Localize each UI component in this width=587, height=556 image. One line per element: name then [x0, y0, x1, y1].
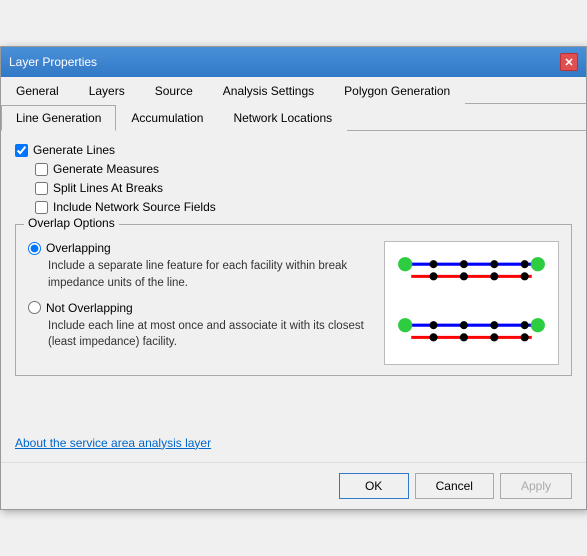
not-overlapping-desc: Include each line at most once and assoc…: [48, 318, 374, 350]
generate-lines-label[interactable]: Generate Lines: [33, 143, 115, 157]
split-lines-label[interactable]: Split Lines At Breaks: [53, 181, 163, 195]
overlapping-desc: Include a separate line feature for each…: [48, 258, 374, 290]
overlapping-section: Overlapping Include a separate line feat…: [28, 241, 374, 290]
apply-button[interactable]: Apply: [500, 473, 572, 499]
tab-layers[interactable]: Layers: [74, 78, 140, 104]
tab-row-2: Line Generation Accumulation Network Loc…: [1, 104, 586, 131]
tab-source[interactable]: Source: [140, 78, 208, 104]
not-overlapping-section: Not Overlapping Include each line at mos…: [28, 301, 374, 350]
tab-line-generation[interactable]: Line Generation: [1, 105, 116, 131]
content-area: Generate Lines Generate Measures Split L…: [1, 131, 586, 461]
layer-properties-window: Layer Properties ✕ General Layers Source…: [0, 46, 587, 509]
overlap-options-group: Overlap Options Overlapping Include a se…: [15, 224, 572, 375]
tab-row-1: General Layers Source Analysis Settings …: [1, 77, 586, 104]
overlap-options-legend: Overlap Options: [24, 216, 119, 230]
generate-lines-checkbox[interactable]: [15, 144, 28, 157]
not-overlapping-label[interactable]: Not Overlapping: [46, 301, 133, 315]
generate-measures-row: Generate Measures: [35, 162, 572, 176]
include-network-row: Include Network Source Fields: [35, 200, 572, 214]
generate-lines-row: Generate Lines: [15, 143, 572, 157]
overlapping-label[interactable]: Overlapping: [46, 241, 111, 255]
cancel-button[interactable]: Cancel: [415, 473, 494, 499]
split-lines-row: Split Lines At Breaks: [35, 181, 572, 195]
split-lines-checkbox[interactable]: [35, 182, 48, 195]
generate-measures-checkbox[interactable]: [35, 163, 48, 176]
generate-measures-label[interactable]: Generate Measures: [53, 162, 159, 176]
overlap-content: Overlapping Include a separate line feat…: [28, 241, 559, 364]
window-title: Layer Properties: [9, 55, 97, 69]
tab-analysis-settings[interactable]: Analysis Settings: [208, 78, 329, 104]
overlap-diagram: [384, 241, 559, 364]
about-link[interactable]: About the service area analysis layer: [15, 436, 211, 450]
close-button[interactable]: ✕: [560, 53, 578, 71]
not-overlapping-radio[interactable]: [28, 301, 41, 314]
overlapping-radio-row: Overlapping: [28, 241, 374, 255]
tab-accumulation[interactable]: Accumulation: [116, 105, 218, 131]
tab-network-locations[interactable]: Network Locations: [218, 105, 347, 131]
not-overlapping-diagram-svg: [393, 311, 550, 356]
overlap-options-left: Overlapping Include a separate line feat…: [28, 241, 374, 364]
not-overlapping-radio-row: Not Overlapping: [28, 301, 374, 315]
tab-general[interactable]: General: [1, 78, 74, 104]
title-bar: Layer Properties ✕: [1, 47, 586, 77]
overlapping-diagram-svg: [393, 250, 550, 295]
overlapping-radio[interactable]: [28, 242, 41, 255]
button-bar: OK Cancel Apply: [1, 462, 586, 509]
include-network-label[interactable]: Include Network Source Fields: [53, 200, 216, 214]
ok-button[interactable]: OK: [339, 473, 409, 499]
include-network-checkbox[interactable]: [35, 201, 48, 214]
spacer: [15, 376, 572, 436]
tab-polygon-generation[interactable]: Polygon Generation: [329, 78, 465, 104]
